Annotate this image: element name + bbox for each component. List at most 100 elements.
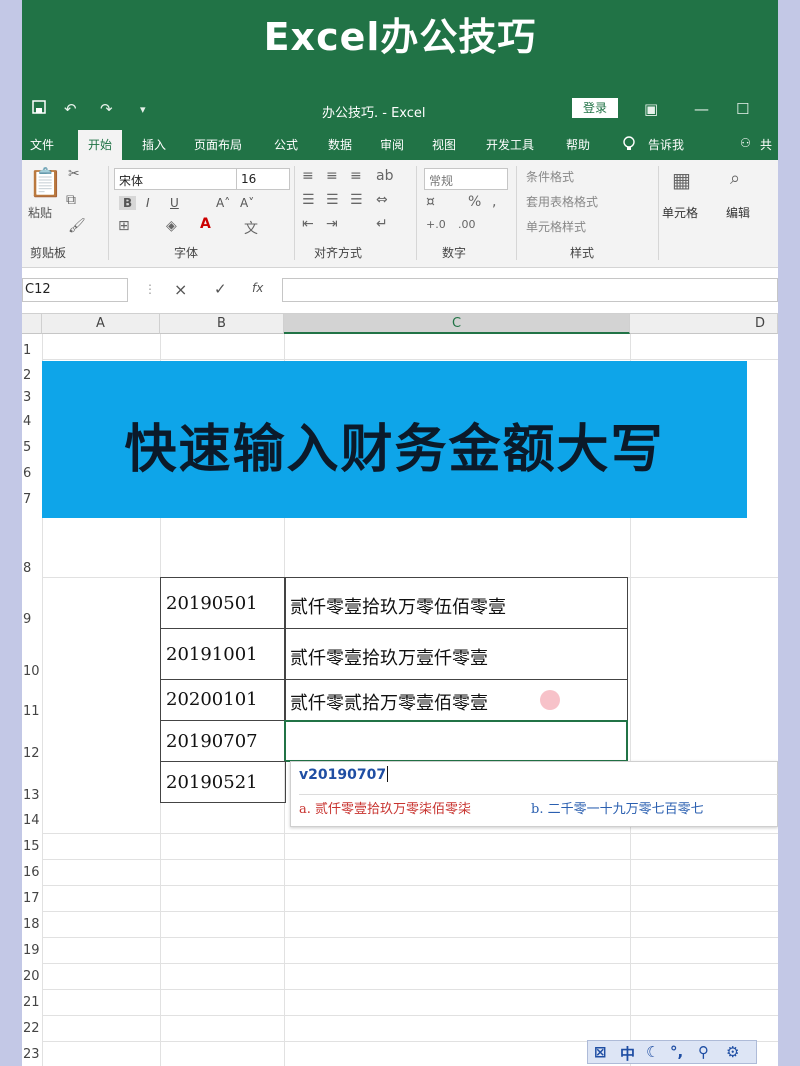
increase-decimal-icon[interactable]: +.0 xyxy=(426,218,446,231)
paste-label[interactable]: 粘贴 xyxy=(28,204,52,221)
row-header-14[interactable]: 14 xyxy=(22,813,42,828)
align-left-icon[interactable]: ☰ xyxy=(302,192,315,208)
align-bottom-icon[interactable]: ≡ xyxy=(350,168,362,184)
column-header-d[interactable]: D xyxy=(630,314,778,334)
row-header-21[interactable]: 21 xyxy=(22,995,42,1010)
tab-help[interactable]: 帮助 xyxy=(566,136,590,153)
currency-icon[interactable]: ¤ xyxy=(426,194,435,210)
undo-icon[interactable]: ↶ xyxy=(64,100,77,118)
row-header-1[interactable]: 1 xyxy=(22,343,42,358)
tab-insert[interactable]: 插入 xyxy=(142,136,166,153)
column-header-b[interactable]: B xyxy=(160,314,284,334)
paste-icon[interactable]: 📋 xyxy=(28,166,63,199)
insert-function-icon[interactable]: fx xyxy=(252,281,263,295)
tab-formulas[interactable]: 公式 xyxy=(274,136,298,153)
cell-b9[interactable]: 20190501 xyxy=(160,577,286,629)
cell-b12[interactable]: 20190707 xyxy=(160,720,286,762)
border-icon[interactable]: ⊞ xyxy=(118,218,130,234)
redo-icon[interactable]: ↷ xyxy=(100,100,113,118)
minimize-icon[interactable]: — xyxy=(694,100,709,118)
title-banner-cell[interactable]: 快速输入财务金额大写 xyxy=(42,361,747,518)
row-header-16[interactable]: 16 xyxy=(22,865,42,880)
row-header-5[interactable]: 5 xyxy=(22,440,42,455)
ime-settings-icon[interactable]: ⊠ xyxy=(594,1043,607,1061)
font-size-select[interactable]: 16 xyxy=(236,168,290,190)
row-header-20[interactable]: 20 xyxy=(22,969,42,984)
ime-candidate-a[interactable]: a. 贰仟零壹拾玖万零柒佰零柒 xyxy=(299,798,471,817)
font-color-icon[interactable]: A xyxy=(200,216,211,232)
ribbon-display-icon[interactable]: ▣ xyxy=(644,100,658,118)
cells-button[interactable]: 单元格 xyxy=(662,204,698,221)
align-top-icon[interactable]: ≡ xyxy=(302,168,314,184)
row-header-4[interactable]: 4 xyxy=(22,414,42,429)
increase-font-icon[interactable]: A˄ xyxy=(216,196,230,210)
row-header-3[interactable]: 3 xyxy=(22,390,42,405)
format-painter-icon[interactable]: 🖌 xyxy=(68,218,86,234)
comma-icon[interactable]: , xyxy=(492,194,496,210)
row-header-18[interactable]: 18 xyxy=(22,917,42,932)
tab-data[interactable]: 数据 xyxy=(328,136,352,153)
italic-button[interactable]: I xyxy=(146,196,150,210)
conditional-format-button[interactable]: 条件格式 xyxy=(526,168,574,185)
row-header-6[interactable]: 6 xyxy=(22,466,42,481)
editing-button[interactable]: 编辑 xyxy=(726,204,750,221)
cell-c11[interactable]: 贰仟零贰拾万零壹佰零壹 xyxy=(284,679,628,721)
cell-c9[interactable]: 贰仟零壹拾玖万零伍佰零壹 xyxy=(284,577,628,629)
merge-icon[interactable]: ⇔ xyxy=(376,192,388,208)
user-icon[interactable]: ⚲ xyxy=(698,1043,709,1061)
gear-icon[interactable]: ⚙ xyxy=(726,1043,739,1061)
cell-c12-active[interactable] xyxy=(284,720,628,762)
phonetic-icon[interactable]: 文 xyxy=(244,218,258,238)
tab-review[interactable]: 审阅 xyxy=(380,136,404,153)
formula-input[interactable] xyxy=(282,278,778,302)
font-name-select[interactable]: 宋体 xyxy=(114,168,238,190)
confirm-icon[interactable]: ✓ xyxy=(214,280,227,298)
row-header-23[interactable]: 23 xyxy=(22,1047,42,1062)
row-header-12[interactable]: 12 xyxy=(22,746,42,761)
row-header-11[interactable]: 11 xyxy=(22,704,42,719)
row-header-15[interactable]: 15 xyxy=(22,839,42,854)
column-header-c[interactable]: C xyxy=(284,314,630,334)
table-format-button[interactable]: 套用表格格式 xyxy=(526,193,598,210)
decrease-indent-icon[interactable]: ⇤ xyxy=(302,216,314,232)
cancel-icon[interactable]: × xyxy=(174,280,187,299)
punctuation-icon[interactable]: °, xyxy=(670,1043,683,1061)
row-header-8[interactable]: 8 xyxy=(22,561,42,576)
row-header-2[interactable]: 2 xyxy=(22,368,42,383)
tab-share[interactable]: 共 xyxy=(760,136,772,153)
align-center-icon[interactable]: ☰ xyxy=(326,192,339,208)
tab-page-layout[interactable]: 页面布局 xyxy=(194,136,242,153)
cells-icon[interactable]: ▦ xyxy=(672,168,691,192)
tab-developer[interactable]: 开发工具 xyxy=(486,136,534,153)
row-header-17[interactable]: 17 xyxy=(22,891,42,906)
tab-view[interactable]: 视图 xyxy=(432,136,456,153)
ime-candidate-b[interactable]: b. 二千零一十九万零七百零七 xyxy=(531,798,704,817)
percent-icon[interactable]: % xyxy=(468,194,481,210)
cut-icon[interactable]: ✂ xyxy=(68,166,80,182)
tab-home[interactable]: 开始 xyxy=(78,130,123,160)
cell-style-button[interactable]: 单元格样式 xyxy=(526,218,586,235)
login-button[interactable]: 登录 xyxy=(572,98,618,118)
moon-icon[interactable]: ☾ xyxy=(646,1043,659,1061)
ime-mode-toggle[interactable]: 中 xyxy=(620,1043,635,1064)
copy-icon[interactable]: ⧉ xyxy=(66,192,76,208)
row-header-13[interactable]: 13 xyxy=(22,788,42,803)
row-header-22[interactable]: 22 xyxy=(22,1021,42,1036)
fill-color-icon[interactable]: ◈ xyxy=(166,218,177,234)
decrease-decimal-icon[interactable]: .00 xyxy=(458,218,476,231)
number-format-select[interactable]: 常规 xyxy=(424,168,508,190)
maximize-icon[interactable]: ☐ xyxy=(736,100,749,118)
decrease-font-icon[interactable]: A˅ xyxy=(240,196,254,210)
row-header-10[interactable]: 10 xyxy=(22,664,42,679)
bold-button[interactable]: B xyxy=(119,196,137,210)
row-header-7[interactable]: 7 xyxy=(22,492,42,507)
align-right-icon[interactable]: ☰ xyxy=(350,192,363,208)
orientation-icon[interactable]: ab xyxy=(376,168,393,184)
cell-b11[interactable]: 20200101 xyxy=(160,679,286,721)
wrap-text-icon[interactable]: ↵ xyxy=(376,216,388,232)
underline-button[interactable]: U xyxy=(170,196,179,210)
tab-file[interactable]: 文件 xyxy=(30,136,54,153)
cell-b10[interactable]: 20191001 xyxy=(160,628,286,680)
cell-b13[interactable]: 20190521 xyxy=(160,761,286,803)
tab-tell-me[interactable]: 告诉我 xyxy=(648,136,684,153)
